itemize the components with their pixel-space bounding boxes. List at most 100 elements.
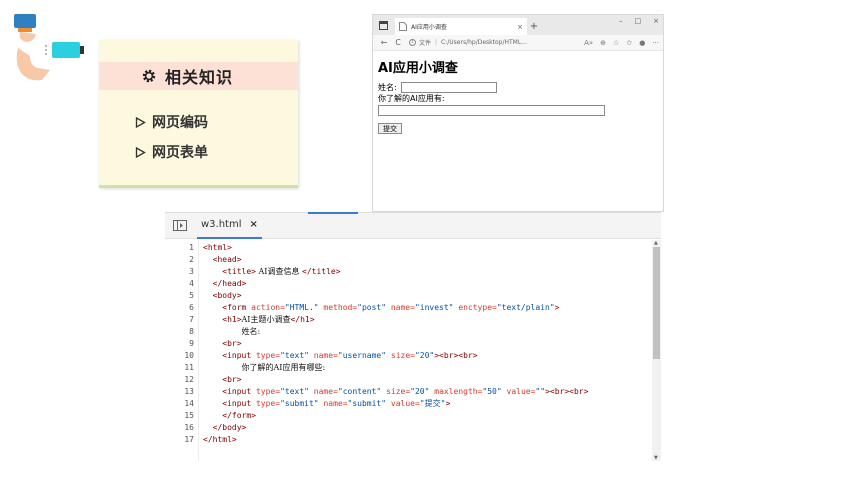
minimize-button[interactable]: – (619, 17, 623, 25)
address-field[interactable]: i 文件 | C:/Users/hp/Desktop/HTML... (409, 38, 584, 47)
address-bar: ← C i 文件 | C:/Users/hp/Desktop/HTML... A… (373, 35, 663, 51)
read-aloud-icon[interactable]: A» (584, 39, 593, 47)
profile-icon[interactable]: ● (639, 39, 645, 47)
address-actions: A» ⊕ ☆ ✩ ● ··· (584, 39, 659, 47)
line-number: 9 (189, 339, 194, 348)
close-button[interactable]: × (653, 17, 659, 25)
zoom-icon[interactable]: ⊕ (600, 39, 606, 47)
code-token: "20" (410, 387, 435, 396)
scroll-down-icon[interactable]: ▼ (654, 455, 658, 461)
code-line[interactable]: </html> (203, 434, 652, 446)
code-line[interactable]: </body> (203, 422, 652, 434)
close-icon[interactable]: × (250, 219, 258, 230)
line-number: 12 (184, 375, 194, 384)
editor-tab-w3[interactable]: w3.html × (197, 213, 262, 239)
tab-actions-icon[interactable] (373, 15, 393, 35)
code-line[interactable]: <input type="text" name="username" size=… (203, 350, 652, 362)
code-line[interactable]: <input type="text" name="content" size="… (203, 386, 652, 398)
code-token: name= (313, 387, 338, 396)
gear-icon (142, 69, 156, 83)
code-token: value= (390, 399, 420, 408)
username-input[interactable] (400, 82, 497, 93)
scrollbar-thumb[interactable] (653, 247, 660, 359)
info-icon: i (409, 39, 416, 46)
new-tab-button[interactable]: + (527, 18, 541, 35)
editor-body: 1 2 3 4 5 6 7 8 9 10 11 12 13 14 15 16 1… (165, 240, 661, 461)
tab-title: AI应用小调查 (411, 24, 447, 31)
code-line[interactable]: <head> (203, 254, 652, 266)
code-line[interactable]: <input type="submit" name="submit" value… (203, 398, 652, 410)
card-item-form[interactable]: 网页表单 (135, 142, 208, 162)
card-item-encoding[interactable]: 网页编码 (135, 112, 208, 132)
code-line[interactable]: <html> (203, 242, 652, 254)
editor-accent-line (308, 212, 358, 214)
browser-tab-bar: AI应用小调查 × + – □ × (373, 15, 663, 35)
more-icon[interactable]: ··· (652, 39, 659, 47)
code-token: "text/plain" (496, 303, 555, 312)
line-number: 17 (184, 435, 194, 444)
code-line[interactable]: <body> (203, 290, 652, 302)
code-line[interactable]: <title> AI调查信息 </title> (203, 266, 652, 278)
card-title: 相关知识 (165, 68, 234, 87)
triangle-right-icon (135, 146, 146, 158)
code-token: "text" (280, 387, 314, 396)
favorites-list-icon[interactable]: ✩ (626, 39, 632, 47)
line-number: 15 (184, 411, 194, 420)
code-line[interactable]: 姓名: (203, 326, 652, 338)
code-line[interactable]: </head> (203, 278, 652, 290)
vertical-scrollbar[interactable]: ▲ ▼ (652, 240, 661, 461)
code-token: <input (222, 351, 256, 360)
triangle-right-icon (135, 116, 146, 128)
code-token: </title> (302, 267, 341, 276)
line-number: 6 (189, 303, 194, 312)
code-token: </body> (212, 423, 247, 432)
page-viewport: AI应用小调查 姓名: 你了解的AI应用有: 提交 (373, 51, 663, 141)
favorite-icon[interactable]: ☆ (613, 39, 619, 47)
code-token: type= (255, 399, 281, 408)
card-header: 相关知识 (99, 62, 298, 90)
line-number: 10 (184, 351, 194, 360)
code-token: <input (222, 399, 256, 408)
line-number: 13 (184, 387, 194, 396)
slide: 相关知识 网页编码 网页表单 AI应用小调查 × + – □ × ← C i 文… (0, 0, 860, 484)
code-token: 姓名: (241, 327, 261, 336)
code-line[interactable]: </form> (203, 410, 652, 422)
window-controls: – □ × (619, 17, 659, 25)
code-line[interactable]: 你了解的AI应用有哪些: (203, 362, 652, 374)
code-area[interactable]: <html> <head> <title> AI调查信息 </title> </… (199, 240, 652, 461)
browser-tab[interactable]: AI应用小调查 × (395, 18, 527, 35)
reload-button[interactable]: C (391, 38, 405, 47)
maximize-button[interactable]: □ (635, 17, 642, 25)
code-token: name= (323, 399, 348, 408)
code-token: type= (255, 387, 281, 396)
code-token: enctype= (458, 303, 497, 312)
code-token: AI主题小调查 (241, 315, 291, 324)
card-item-label: 网页表单 (152, 145, 208, 161)
code-token: "invest" (414, 303, 459, 312)
line-number: 1 (189, 243, 194, 252)
code-line[interactable]: <form action="HTML." method="post" name=… (203, 302, 652, 314)
back-button[interactable]: ← (377, 38, 391, 47)
code-line[interactable]: <br> (203, 338, 652, 350)
scroll-up-icon[interactable]: ▲ (654, 240, 658, 246)
code-token: <h1> (222, 315, 242, 324)
code-token: size= (386, 387, 411, 396)
code-token: "50" (482, 387, 507, 396)
code-editor: w3.html × 1 2 3 4 5 6 7 8 9 10 11 12 13 … (165, 212, 661, 461)
sidebar-toggle-icon[interactable] (173, 220, 187, 231)
submit-button[interactable]: 提交 (378, 123, 402, 134)
code-token: "post" (357, 303, 391, 312)
code-token: <head> (212, 255, 242, 264)
code-token: "HTML." (284, 303, 324, 312)
code-line[interactable]: <br> (203, 374, 652, 386)
code-token: AI调查信息 (255, 267, 303, 276)
code-line[interactable]: <h1>AI主题小调查</h1> (203, 314, 652, 326)
content-input[interactable] (378, 105, 605, 116)
code-token: name= (313, 351, 338, 360)
tab-close-icon[interactable]: × (517, 23, 523, 31)
